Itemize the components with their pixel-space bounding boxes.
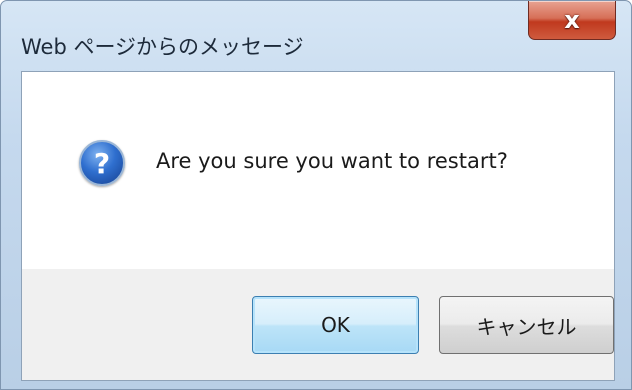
dialog-body: ? Are you sure you want to restart? OK キ… [21,71,615,381]
button-bar: OK キャンセル [22,269,614,380]
close-button[interactable]: x [528,1,616,40]
question-icon: ? [79,140,125,186]
ok-button[interactable]: OK [252,296,419,354]
title-bar[interactable]: Web ページからのメッセージ x [1,1,631,61]
dialog-window: Web ページからのメッセージ x ? Are you sure you wan… [0,0,632,390]
dialog-message: Are you sure you want to restart? [156,149,508,173]
close-icon: x [564,6,580,34]
cancel-button[interactable]: キャンセル [439,296,614,354]
window-title: Web ページからのメッセージ [21,35,304,59]
message-area: ? Are you sure you want to restart? [22,72,614,269]
